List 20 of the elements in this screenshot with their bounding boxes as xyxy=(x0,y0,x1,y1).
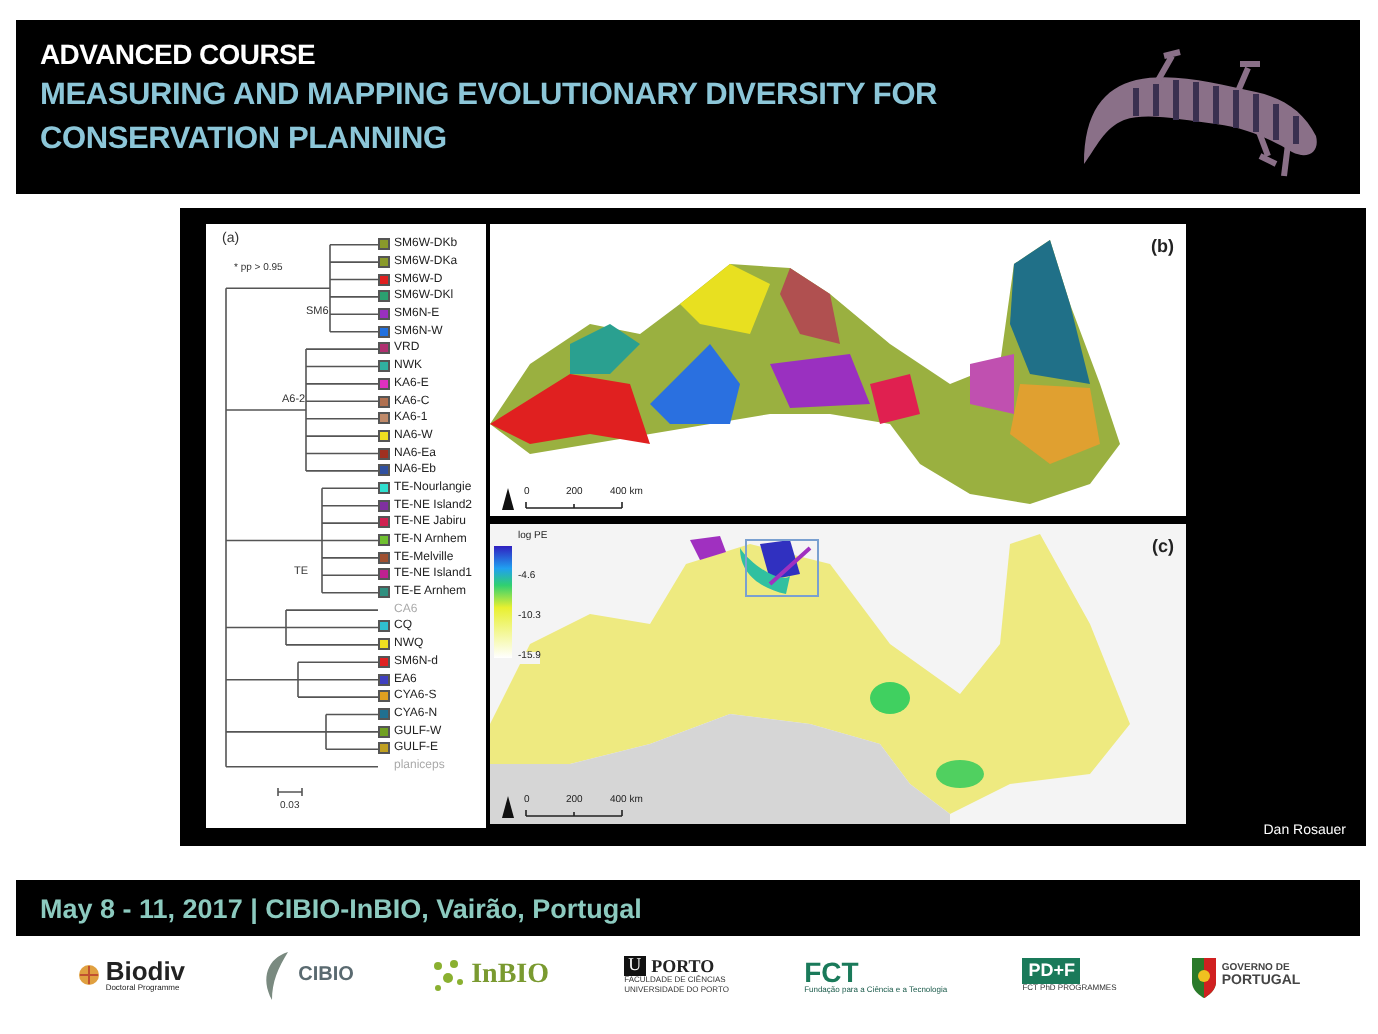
course-label: ADVANCED COURSE xyxy=(40,38,318,70)
logo-text: PD+F xyxy=(1022,958,1081,985)
scale-bar-drawing xyxy=(502,484,626,512)
logo-text: FCT xyxy=(804,957,859,986)
panel-label: (b) xyxy=(1151,236,1174,256)
logo-text: InBIO xyxy=(471,962,549,990)
logo-text: PORTO xyxy=(651,957,715,976)
shield-icon xyxy=(1191,954,1216,998)
scale-bar-icon xyxy=(277,787,303,797)
panel-label: (c) xyxy=(1152,536,1174,556)
course-title: CONSERVATION PLANNING xyxy=(40,122,449,158)
course-title: MEASURING AND MAPPING EVOLUTIONARY DIVERSITY FOR xyxy=(40,78,940,114)
gradient-bar xyxy=(494,546,512,658)
event-details: May 8 - 11, 2017 | CIBIO-InBIO, Vairão, Portugal xyxy=(40,893,642,923)
logo-text: Biodiv xyxy=(105,958,186,985)
globe-icon xyxy=(77,964,100,987)
scale-bar-drawing xyxy=(502,792,626,820)
molecule-icon xyxy=(429,958,466,994)
logo-mark: U xyxy=(624,956,646,977)
logo-text: CIBIO xyxy=(298,966,354,986)
